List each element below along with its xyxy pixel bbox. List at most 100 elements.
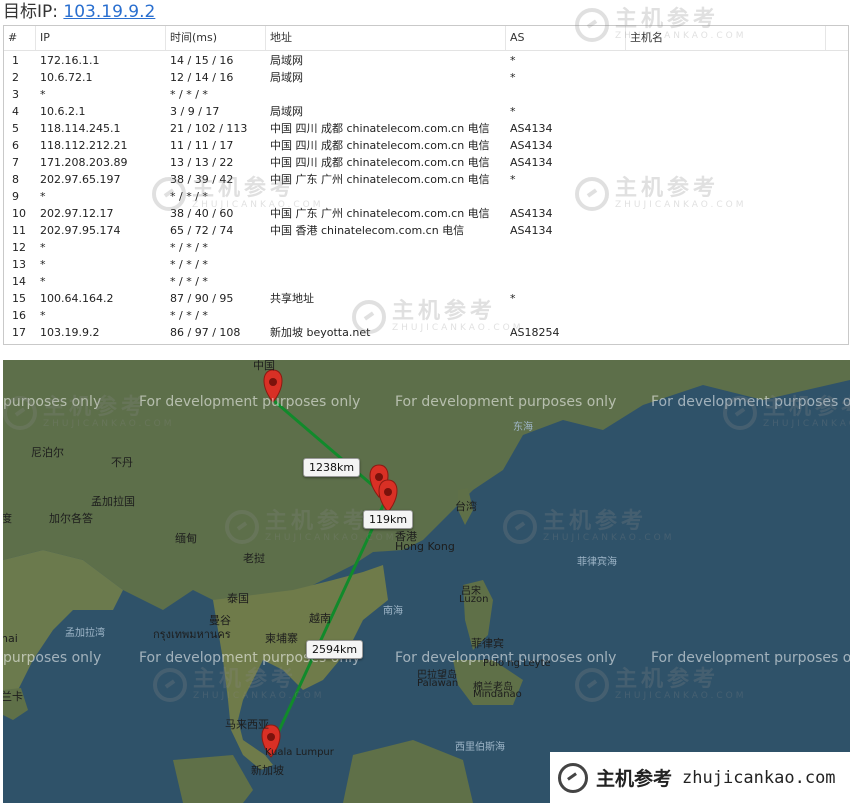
table-row[interactable]: 10 202.97.12.17 38 / 40 / 60 中国 广东 广州 china…	[4, 205, 848, 222]
cell-as: *	[510, 71, 516, 84]
cell-ip: 10.6.72.1	[40, 71, 93, 84]
cell-ip: 118.114.245.1	[40, 122, 121, 135]
brand-domain[interactable]: zhujicankao.com	[682, 768, 836, 788]
land-borneo	[343, 740, 473, 803]
dev-overlay-text: For development purposes on	[651, 650, 850, 666]
cell-n: 6	[12, 139, 19, 152]
map-label: 柬埔寨	[265, 632, 298, 645]
cell-time: 12 / 14 / 16	[170, 71, 234, 84]
map-label: 中国	[253, 360, 275, 372]
map-label: 菲律宾	[471, 637, 504, 650]
map-label: 马来西亚	[225, 718, 269, 731]
distance-label: 119km	[363, 510, 414, 529]
map-label: 度	[3, 512, 12, 525]
cell-ip: *	[40, 241, 46, 254]
table-row[interactable]: 15 100.64.164.2 87 / 90 / 95 共享地址 *	[4, 290, 848, 307]
cell-addr: 新加坡 beyotta.net	[270, 326, 371, 339]
map-label: 孟加拉国	[91, 495, 135, 508]
route-map[interactable]: purposes only For development purposes o…	[3, 360, 850, 803]
dev-overlay-text: purposes only	[3, 650, 102, 666]
table-row[interactable]: 7 171.208.203.89 13 / 13 / 22 中国 四川 成都 chin…	[4, 154, 848, 171]
table-row[interactable]: 14 * * / * / *	[4, 273, 848, 290]
cell-addr: 中国 香港 chinatelecom.com.cn 电信	[270, 224, 465, 237]
cell-n: 5	[12, 122, 19, 135]
cell-time: 86 / 97 / 108	[170, 326, 241, 339]
map-label: Palawan	[417, 678, 459, 689]
cell-time: 87 / 90 / 95	[170, 292, 234, 305]
cell-addr: 局域网	[270, 54, 303, 67]
map-label: Hong Kong	[395, 540, 455, 553]
cell-n: 9	[12, 190, 19, 203]
cell-n: 11	[12, 224, 26, 237]
table-row[interactable]: 4 10.6.2.1 3 / 9 / 17 局域网 *	[4, 103, 848, 120]
cell-ip: *	[40, 88, 46, 101]
cell-ip: 202.97.95.174	[40, 224, 121, 237]
table-row[interactable]: 13 * * / * / *	[4, 256, 848, 273]
col-time-header[interactable]: 时间(ms)	[166, 26, 266, 50]
col-as-header[interactable]: AS	[506, 26, 626, 50]
table-row[interactable]: 3 * * / * / *	[4, 86, 848, 103]
cell-time: 13 / 13 / 22	[170, 156, 234, 169]
cell-ip: 100.64.164.2	[40, 292, 114, 305]
cell-ip: *	[40, 275, 46, 288]
cell-n: 2	[12, 71, 19, 84]
cell-time: 14 / 15 / 16	[170, 54, 234, 67]
dev-overlay-text: purposes only	[3, 394, 102, 410]
cell-as: AS4134	[510, 207, 553, 220]
cell-ip: 172.16.1.1	[40, 54, 100, 67]
distance-label: 1238km	[303, 458, 361, 477]
cell-n: 1	[12, 54, 19, 67]
table-row[interactable]: 9 * * / * / *	[4, 188, 848, 205]
map-label: 加尔各答	[49, 512, 93, 525]
table-row[interactable]: 2 10.6.72.1 12 / 14 / 16 局域网 *	[4, 69, 848, 86]
land-sumatra	[173, 755, 253, 803]
cell-as: *	[510, 105, 516, 118]
table-row[interactable]: 11 202.97.95.174 65 / 72 / 74 中国 香港 chinate…	[4, 222, 848, 239]
map-label: 台湾	[455, 500, 477, 513]
cell-ip: 103.19.9.2	[40, 326, 100, 339]
col-num-header[interactable]: #	[4, 26, 36, 50]
table-row[interactable]: 8 202.97.65.197 38 / 39 / 42 中国 广东 广州 china…	[4, 171, 848, 188]
cell-ip: *	[40, 309, 46, 322]
target-ip-link[interactable]: 103.19.9.2	[63, 2, 155, 22]
cell-as: AS4134	[510, 156, 553, 169]
cell-time: * / * / *	[170, 275, 208, 288]
cell-ip: 171.208.203.89	[40, 156, 128, 169]
cell-as: *	[510, 292, 516, 305]
map-label: 东海	[513, 422, 533, 433]
cell-time: 11 / 11 / 17	[170, 139, 234, 152]
cell-time: * / * / *	[170, 190, 208, 203]
cell-time: 38 / 40 / 60	[170, 207, 234, 220]
col-hostname-header[interactable]: 主机名	[626, 26, 826, 50]
cell-n: 4	[12, 105, 19, 118]
col-ip-header[interactable]: IP	[36, 26, 166, 50]
cell-time: * / * / *	[170, 88, 208, 101]
table-row[interactable]: 16 * * / * / *	[4, 307, 848, 324]
cell-addr: 中国 四川 成都 chinatelecom.com.cn 电信	[270, 156, 490, 169]
cell-as: *	[510, 54, 516, 67]
table-row[interactable]: 6 118.112.212.21 11 / 11 / 17 中国 四川 成都 chin…	[4, 137, 848, 154]
table-header: # IP 时间(ms) 地址 AS 主机名	[4, 26, 848, 51]
target-ip-title: 目标IP: 103.19.9.2	[3, 0, 155, 24]
map-label: 南海	[383, 606, 403, 617]
table-row[interactable]: 5 118.114.245.1 21 / 102 / 113 中国 四川 成都 chi…	[4, 120, 848, 137]
cell-time: 65 / 72 / 74	[170, 224, 234, 237]
cell-addr: 中国 四川 成都 chinatelecom.com.cn 电信	[270, 122, 490, 135]
table-row[interactable]: 12 * * / * / *	[4, 239, 848, 256]
map-label: 缅甸	[175, 532, 197, 545]
cell-ip: *	[40, 258, 46, 271]
map-label: 老挝	[243, 552, 265, 565]
map-label: Mindanao	[473, 689, 522, 700]
col-address-header[interactable]: 地址	[266, 26, 506, 50]
cell-n: 16	[12, 309, 26, 322]
cell-n: 13	[12, 258, 26, 271]
map-label: nai	[3, 632, 18, 645]
table-row[interactable]: 17 103.19.9.2 86 / 97 / 108 新加坡 beyotta.net…	[4, 324, 848, 341]
map-label: 泰国	[227, 592, 249, 605]
cell-n: 14	[12, 275, 26, 288]
table-row[interactable]: 1 172.16.1.1 14 / 15 / 16 局域网 *	[4, 52, 848, 69]
map-label: 孟加拉湾	[65, 628, 105, 639]
cell-n: 15	[12, 292, 26, 305]
cell-addr: 中国 四川 成都 chinatelecom.com.cn 电信	[270, 139, 490, 152]
map-label: 菲律宾海	[577, 557, 617, 568]
